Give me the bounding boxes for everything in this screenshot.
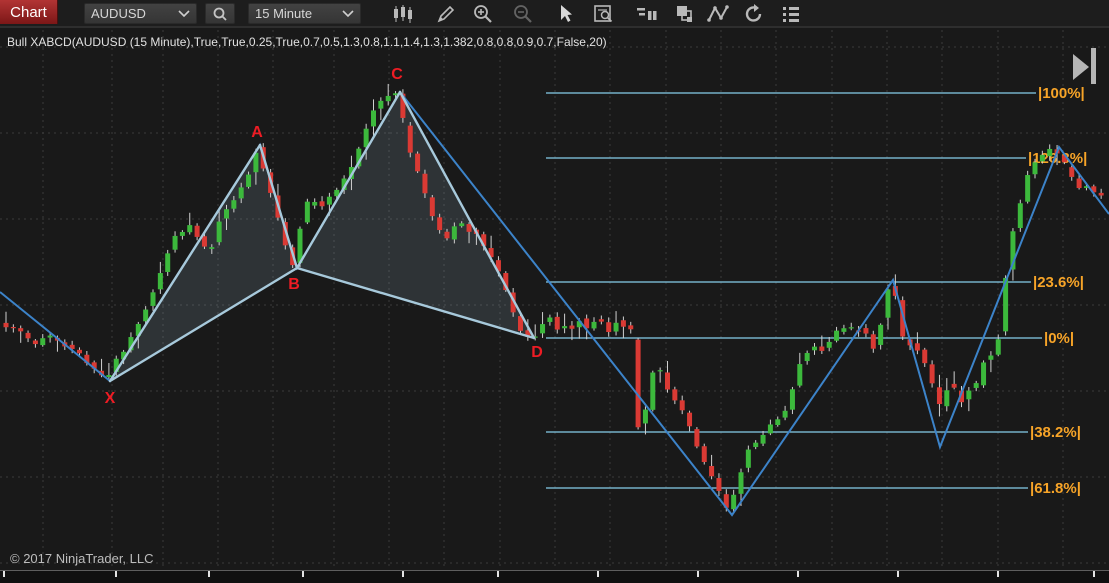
draw-icon: [436, 4, 456, 24]
windows-button[interactable]: [671, 2, 697, 26]
zoom-out-button[interactable]: [510, 2, 536, 26]
pattern-point-label: A: [251, 124, 263, 141]
fib-label: |61.8%|: [1030, 480, 1081, 497]
data-box-icon: [594, 4, 614, 24]
search-icon: [212, 6, 228, 22]
copyright-label: © 2017 NinjaTrader, LLC: [10, 551, 154, 566]
data-box-button[interactable]: [591, 2, 617, 26]
time-tick: [302, 571, 304, 577]
chevron-down-icon: [178, 10, 190, 18]
properties-icon: [781, 5, 801, 23]
chart-trader-button[interactable]: [634, 2, 660, 26]
windows-icon: [674, 4, 694, 24]
draw-button[interactable]: [433, 2, 459, 26]
pattern-icon: [707, 5, 729, 23]
instrument-value: AUDUSD: [91, 6, 174, 21]
instrument-search-button[interactable]: [205, 3, 235, 24]
fib-label: |0%|: [1044, 330, 1074, 347]
tab-chart-label: Chart: [10, 4, 47, 21]
chevron-down-icon: [342, 10, 354, 18]
zoom-in-icon: [473, 4, 493, 24]
indicator-label: Bull XABCD(AUDUSD (15 Minute),True,True,…: [7, 35, 607, 49]
time-axis[interactable]: [0, 570, 1109, 583]
pattern-button[interactable]: [705, 2, 731, 26]
chart-style-icon: [393, 5, 413, 23]
properties-button[interactable]: [778, 2, 804, 26]
fib-label: |100%|: [1038, 85, 1085, 102]
go-to-end-icon[interactable]: [1073, 48, 1096, 84]
tab-chart[interactable]: Chart: [0, 0, 58, 24]
reload-button[interactable]: [741, 2, 767, 26]
price-chart[interactable]: |100%||126.3%||23.6%||0%||38.2%||61.8%|X…: [0, 0, 1109, 583]
cursor-icon: [556, 4, 574, 24]
pattern-point-label: B: [288, 276, 300, 293]
time-tick: [1093, 571, 1095, 577]
time-tick: [897, 571, 899, 577]
fib-label: |23.6%|: [1033, 274, 1084, 291]
instrument-combobox[interactable]: AUDUSD: [84, 3, 197, 24]
time-tick: [497, 571, 499, 577]
time-tick: [402, 571, 404, 577]
time-tick: [115, 571, 117, 577]
cursor-button[interactable]: [552, 2, 578, 26]
pattern-point-label: X: [105, 390, 116, 407]
zoom-out-icon: [513, 4, 533, 24]
interval-value: 15 Minute: [255, 6, 338, 21]
time-tick: [797, 571, 799, 577]
time-tick: [697, 571, 699, 577]
time-tick: [997, 571, 999, 577]
time-tick: [3, 571, 5, 577]
reload-icon: [744, 4, 764, 24]
toolbar: Chart AUDUSD 15 Minute: [0, 0, 1109, 28]
zoom-in-button[interactable]: [470, 2, 496, 26]
time-tick: [597, 571, 599, 577]
pattern-point-label: D: [531, 344, 543, 361]
chart-style-button[interactable]: [390, 2, 416, 26]
chart-window: |100%||126.3%||23.6%||0%||38.2%||61.8%|X…: [0, 0, 1109, 583]
chart-trader-icon: [636, 5, 658, 23]
fib-label: |38.2%|: [1030, 424, 1081, 441]
pattern-point-label: C: [391, 66, 403, 83]
interval-combobox[interactable]: 15 Minute: [248, 3, 361, 24]
time-tick: [208, 571, 210, 577]
